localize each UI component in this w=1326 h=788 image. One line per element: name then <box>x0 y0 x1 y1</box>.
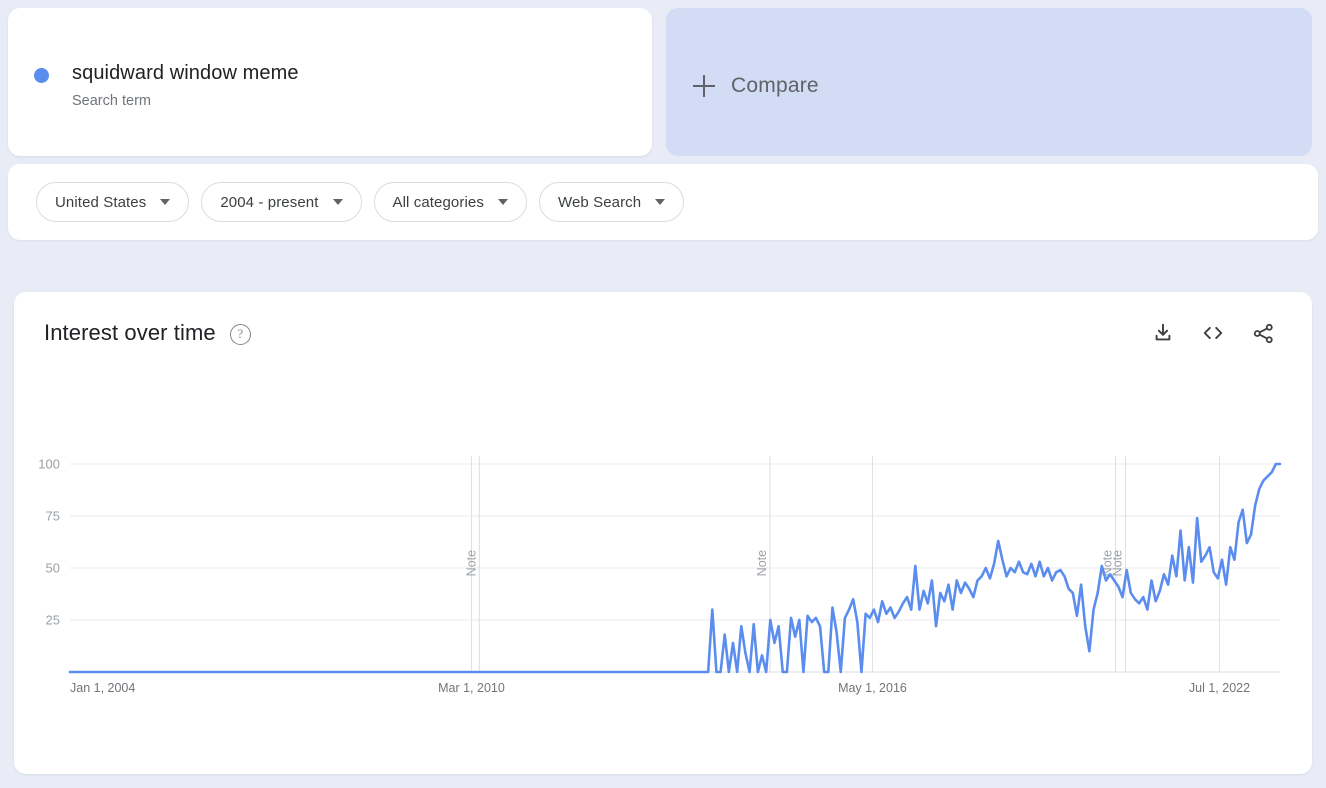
filter-chip-timerange-label: 2004 - present <box>220 193 319 211</box>
compare-label: Compare <box>731 74 819 97</box>
search-term-label: squidward window meme <box>72 62 299 84</box>
search-term-card[interactable]: squidward window meme Search term <box>8 8 652 156</box>
filter-chip-category[interactable]: All categories <box>373 182 527 222</box>
chevron-down-icon <box>332 199 343 205</box>
plus-icon <box>693 75 715 97</box>
interest-over-time-chart[interactable]: 25 50 75 100 Jan 1, 2004 Mar 1, 2010 May 1, 20… <box>14 292 1312 774</box>
chevron-down-icon <box>160 199 171 205</box>
x-axis-tick-label: May 1, 2016 <box>838 681 907 695</box>
series-color-dot <box>34 68 49 83</box>
chart-note-marker[interactable]: Note <box>1111 550 1125 576</box>
x-axis-tick-label: Mar 1, 2010 <box>438 681 505 695</box>
chevron-down-icon <box>655 199 666 205</box>
x-axis-tick-label: Jan 1, 2004 <box>70 681 135 695</box>
chart-note-marker[interactable]: Note <box>464 550 478 576</box>
filter-chip-category-label: All categories <box>392 193 484 211</box>
compare-card[interactable]: Compare <box>666 8 1312 156</box>
comparison-row: squidward window meme Search term Compar… <box>0 0 1326 156</box>
filter-chip-location-label: United States <box>55 193 147 211</box>
search-term-texts: squidward window meme Search term <box>72 60 299 110</box>
search-term-type: Search term <box>72 93 151 109</box>
y-axis-tick-label: 100 <box>38 457 60 472</box>
compare-content: Compare <box>693 74 819 98</box>
filter-chip-searchtype-label: Web Search <box>557 193 642 211</box>
y-axis-tick-label: 50 <box>46 561 60 576</box>
y-axis-tick-label: 25 <box>46 613 60 628</box>
google-trends-page: squidward window meme Search term Compar… <box>0 0 1326 788</box>
x-axis-tick-label: Jul 1, 2022 <box>1189 681 1250 695</box>
filter-chip-searchtype[interactable]: Web Search <box>538 182 685 222</box>
search-term-content: squidward window meme Search term <box>34 60 299 110</box>
interest-over-time-card: Interest over time ? 25 50 75 100 Jan 1,… <box>14 292 1312 774</box>
filter-bar: United States 2004 - present All categor… <box>8 164 1318 240</box>
filter-chip-location[interactable]: United States <box>36 182 190 222</box>
chart-svg: 25 50 75 100 Jan 1, 2004 Mar 1, 2010 May 1, 20… <box>38 456 1282 695</box>
chevron-down-icon <box>497 199 508 205</box>
chart-note-marker[interactable]: Note <box>755 550 769 576</box>
y-axis-tick-label: 75 <box>46 509 60 524</box>
filter-chip-timerange[interactable]: 2004 - present <box>201 182 362 222</box>
